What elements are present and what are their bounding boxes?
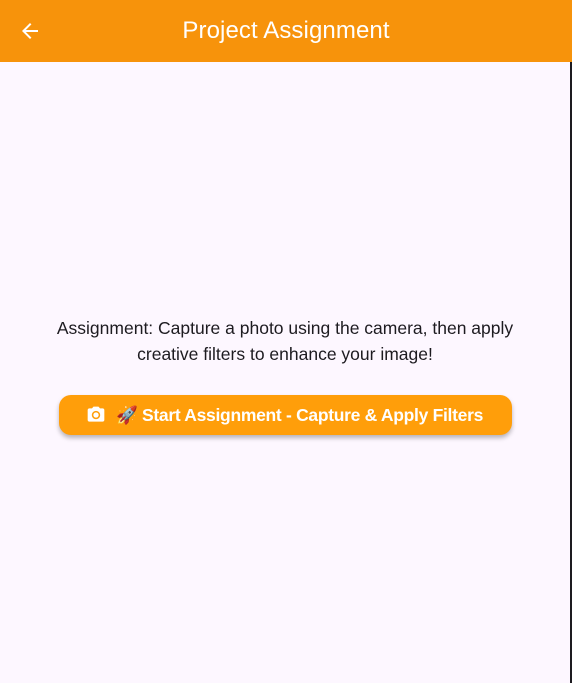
assignment-instruction: Assignment: Capture a photo using the ca… <box>56 318 514 364</box>
arrow-back-icon <box>18 19 42 43</box>
app-screen: Project Assignment Assignment: Capture a… <box>0 0 572 683</box>
content-area: Assignment: Capture a photo using the ca… <box>0 62 572 683</box>
start-assignment-button[interactable]: 🚀 Start Assignment - Capture & Apply Fil… <box>59 395 512 435</box>
start-assignment-label: 🚀 Start Assignment - Capture & Apply Fil… <box>115 404 484 425</box>
page-title: Project Assignment <box>182 17 390 44</box>
camera-icon <box>86 405 106 425</box>
back-button[interactable] <box>12 13 48 49</box>
app-bar: Project Assignment <box>0 0 572 62</box>
